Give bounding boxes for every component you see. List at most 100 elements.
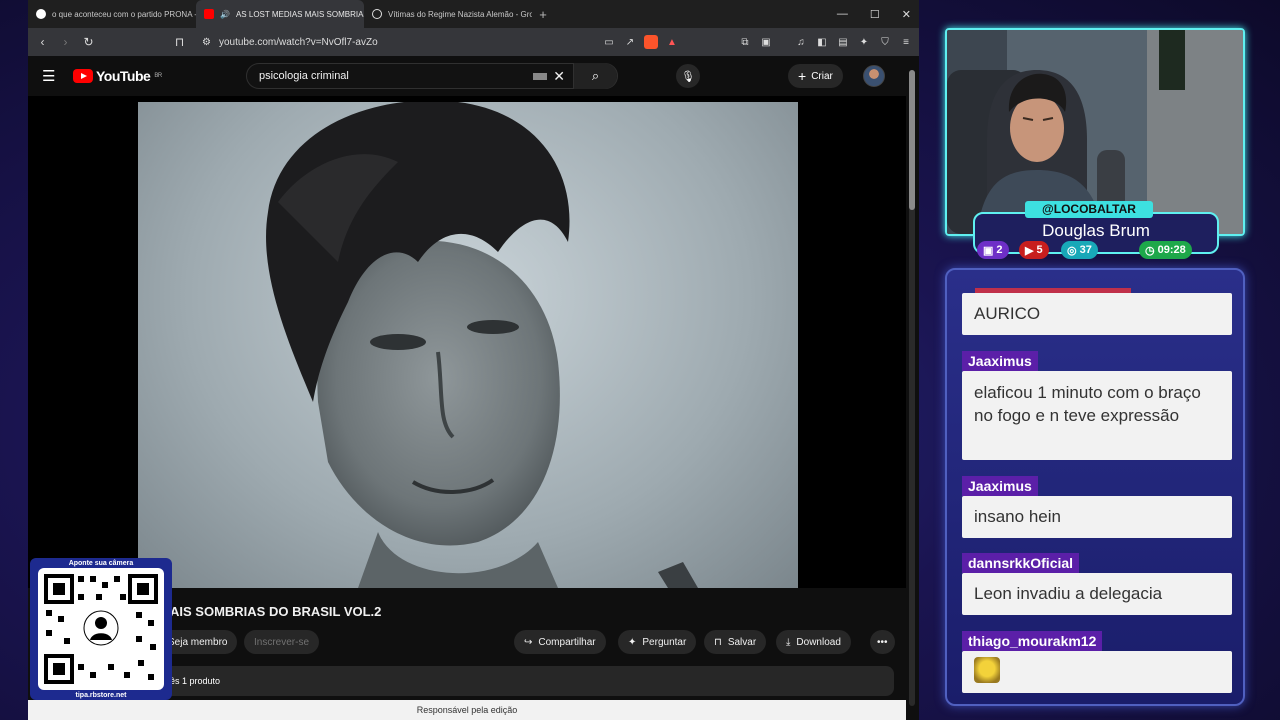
youtube-play-icon [73, 69, 93, 83]
site-info-icon[interactable]: ⚙ [202, 37, 211, 48]
emote-icon [974, 657, 1000, 683]
account-avatar[interactable] [863, 65, 885, 87]
search-input[interactable]: psicologia criminal [247, 70, 533, 82]
youtube-viewers-stat: ▶ 5 [1019, 241, 1049, 259]
cast-icon[interactable]: ▭ [602, 35, 616, 49]
stream-time-stat: ◷ 09:28 [1139, 241, 1192, 259]
clear-search-icon[interactable]: ✕ [553, 68, 565, 85]
save-button[interactable]: ⊓ Salvar [704, 630, 767, 654]
editor-credit-bar: Responsável pela edição [28, 700, 906, 720]
voice-search-button[interactable]: 🎙 [676, 64, 700, 88]
scrollbar-thumb[interactable] [909, 70, 915, 210]
save-label: Salvar [727, 636, 757, 648]
search-button[interactable]: ⌕ [573, 63, 617, 89]
chat-message: insano hein [962, 496, 1232, 538]
chat-username: dannsrkkOficial [962, 553, 1080, 573]
nav-bar: ‹ › ↻ ⊓ ⚙ youtube.com/watch?v=NvOfl7-avZ… [28, 28, 919, 56]
reload-icon[interactable]: ↻ [80, 33, 97, 51]
youtube-header: ☰ YouTube BR psicologia criminal ✕ ⌕ 🎙 +… [28, 56, 919, 96]
toolbar-icons: ▭ ↗ ▲ ⧉ ▣ ♫ ◧ ▤ ✦ ⛉ ≡ [602, 35, 913, 49]
vpn-icon[interactable]: ⛉ [878, 35, 892, 49]
video-image [266, 102, 698, 588]
music-icon[interactable]: ♫ [794, 35, 808, 49]
youtube-count: 5 [1036, 244, 1043, 256]
kick-icon: ◎ [1067, 244, 1077, 257]
ask-label: Perguntar [642, 636, 687, 648]
sparkle-icon: ✦ [628, 636, 637, 648]
extensions-icon[interactable]: ⧉ [738, 35, 752, 49]
youtube-icon [204, 9, 214, 19]
keyboard-icon[interactable] [533, 72, 548, 80]
ask-button[interactable]: ✦ Perguntar [618, 630, 697, 654]
join-label: Seja membro [168, 636, 228, 648]
stream-stats: ▣ 2 ▶ 5 ◎ 37 ◷ 09:28 [977, 241, 1217, 259]
clock-icon: ◷ [1145, 244, 1155, 257]
download-icon: ⤓ [786, 636, 791, 648]
description-text: ês 1 produto [170, 676, 221, 686]
search-icon: ⌕ [591, 68, 600, 83]
reader-icon[interactable]: ▣ [759, 35, 773, 49]
create-label: Criar [811, 70, 833, 82]
share-button[interactable]: ↪ Compartilhar [514, 630, 606, 654]
chat-username: Jaaximus [962, 476, 1038, 496]
youtube-logo[interactable]: YouTube BR [73, 68, 162, 84]
kick-count: 37 [1079, 244, 1092, 256]
qr-overlay: Aponte sua câmera tipa.rbstore.net [30, 558, 172, 700]
create-button[interactable]: + Criar [788, 64, 843, 88]
logo-text: YouTube [96, 68, 151, 84]
description-box[interactable]: ês 1 produto [158, 666, 894, 696]
tab-prona[interactable]: o que aconteceu com o partido PRONA - Pe [28, 0, 196, 28]
video-player[interactable] [28, 96, 906, 588]
search-box[interactable]: psicologia criminal ✕ ⌕ [246, 63, 618, 89]
grok-icon [372, 9, 382, 19]
url-text: youtube.com/watch?v=NvOfl7-avZo [218, 36, 378, 48]
subscribe-label: Inscrever-se [254, 636, 310, 648]
chat-username: Jaaximus [962, 351, 1038, 371]
download-label: Download [796, 636, 841, 648]
tab-label: o que aconteceu com o partido PRONA - Pe [52, 9, 196, 19]
maximize-icon[interactable]: ☐ [870, 8, 880, 21]
tab-lost-medias[interactable]: 🔊 AS LOST MEDIAS MAIS SOMBRIAS ✕ [196, 0, 364, 28]
hamburger-icon[interactable]: ☰ [42, 67, 56, 85]
address-bar[interactable]: ⚙ youtube.com/watch?v=NvOfl7-avZo [196, 31, 590, 53]
share-label: Compartilhar [538, 636, 596, 648]
back-icon[interactable]: ‹ [34, 33, 51, 51]
tab-grok[interactable]: Vítimas do Regime Nazista Alemão - Grok [364, 0, 532, 28]
new-tab-button[interactable]: + [532, 7, 554, 22]
subscribe-button[interactable]: Inscrever-se [244, 630, 320, 654]
microphone-icon: 🎙 [681, 70, 695, 83]
forward-icon[interactable]: › [57, 33, 74, 51]
chat-message: AURICO [962, 293, 1232, 335]
chat-message [962, 651, 1232, 693]
chat-message: Leon invadiu a delegacia [962, 573, 1232, 615]
plus-icon: + [798, 68, 807, 84]
editor-credit-text: Responsável pela edição [416, 705, 518, 715]
twitch-viewers-stat: ▣ 2 [977, 241, 1009, 259]
qr-code [38, 568, 164, 690]
leo-icon[interactable]: ✦ [857, 35, 871, 49]
twitch-icon: ▣ [983, 244, 994, 257]
region-label: BR [154, 73, 162, 79]
close-window-icon[interactable]: ✕ [902, 8, 911, 21]
tab-bar: o que aconteceu com o partido PRONA - Pe… [28, 0, 919, 28]
menu-icon[interactable]: ≡ [899, 35, 913, 49]
video-title: AIS SOMBRIAS DO BRASIL VOL.2 [170, 604, 382, 619]
minimize-icon[interactable]: — [837, 8, 848, 20]
tab-label: AS LOST MEDIAS MAIS SOMBRIAS [235, 9, 364, 19]
share-icon[interactable]: ↗ [623, 35, 637, 49]
qr-title: Aponte sua câmera [68, 560, 134, 567]
bookmark-icon[interactable]: ⊓ [171, 33, 188, 51]
bookmark-save-icon: ⊓ [714, 636, 722, 648]
sidebar-icon[interactable]: ◧ [815, 35, 829, 49]
more-actions-button[interactable]: ••• [870, 630, 895, 654]
stream-time: 09:28 [1157, 244, 1186, 256]
more-icon: ••• [877, 636, 888, 648]
streamer-name: Douglas Brum [1042, 221, 1150, 240]
rewards-icon[interactable]: ▲ [665, 35, 679, 49]
wallet-icon[interactable]: ▤ [836, 35, 850, 49]
speaker-icon: 🔊 [220, 9, 230, 19]
brave-shield-icon[interactable] [644, 35, 658, 49]
streamer-handle: @LOCOBALTAR [1025, 201, 1153, 218]
tab-label: Vítimas do Regime Nazista Alemão - Grok [388, 9, 532, 19]
download-button[interactable]: ⤓ Download [776, 630, 851, 654]
